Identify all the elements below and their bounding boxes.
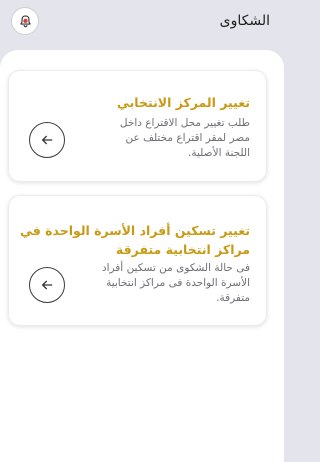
card-description: طلب تغيير محل الاقتراع داخل مصر لمقر اقت… bbox=[119, 117, 250, 159]
arrow-left-icon bbox=[42, 280, 53, 290]
card-title: تغيير تسكين أفراد الأسرة الواحدة في مراك… bbox=[19, 223, 250, 257]
open-card-button[interactable] bbox=[29, 267, 65, 303]
complaint-card-change-center[interactable]: تغيير المركز الانتخابي طلب تغيير محل الا… bbox=[8, 70, 267, 182]
bell-icon bbox=[19, 14, 31, 27]
open-card-button[interactable] bbox=[29, 122, 65, 158]
notifications-button[interactable] bbox=[11, 7, 39, 35]
complaint-card-family-housing[interactable]: تغيير تسكين أفراد الأسرة الواحدة في مراك… bbox=[8, 195, 267, 326]
card-title: تغيير المركز الانتخابي bbox=[116, 95, 250, 110]
content-panel: تغيير المركز الانتخابي طلب تغيير محل الا… bbox=[0, 50, 284, 462]
page-title: الشكاوى bbox=[219, 13, 270, 29]
arrow-left-icon bbox=[42, 135, 53, 145]
app-header: الشكاوى bbox=[0, 0, 284, 56]
card-description: فى حالة الشكوى من تسكين أفراد الأسرة الو… bbox=[101, 262, 250, 304]
